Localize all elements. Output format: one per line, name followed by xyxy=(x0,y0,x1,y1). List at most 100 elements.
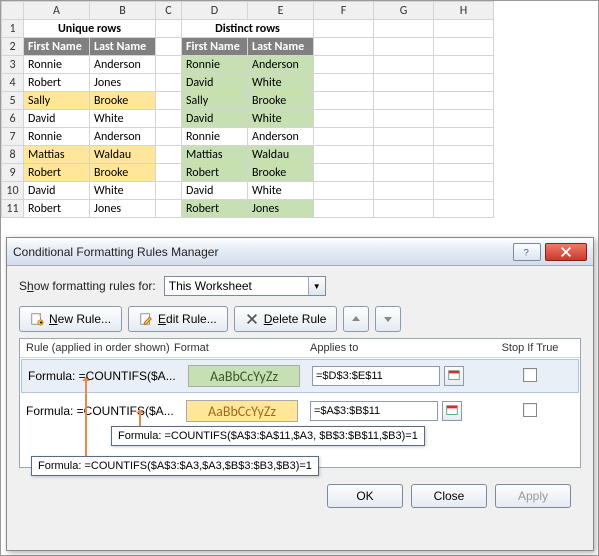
hdr-D2[interactable]: First Name xyxy=(182,38,248,56)
cell-A3[interactable]: Ronnie xyxy=(24,56,90,74)
cell-E6[interactable]: White xyxy=(248,110,314,128)
cell-E11[interactable]: Jones xyxy=(248,200,314,218)
cell-G9[interactable] xyxy=(374,164,434,182)
cell-F8[interactable] xyxy=(314,146,374,164)
col-header-B[interactable]: B xyxy=(90,2,156,20)
cell-G1[interactable] xyxy=(374,20,434,38)
window-close-button[interactable] xyxy=(545,243,587,261)
cell-E7[interactable]: Anderson xyxy=(248,128,314,146)
cell-E9[interactable]: Brooke xyxy=(248,164,314,182)
title-distinct[interactable]: Distinct rows xyxy=(182,20,314,38)
move-down-button[interactable] xyxy=(375,306,401,332)
new-rule-button[interactable]: ✦ New Rule... xyxy=(19,306,122,332)
cell-E10[interactable]: White xyxy=(248,182,314,200)
row-header-1[interactable]: 1 xyxy=(2,20,24,38)
cell-A11[interactable]: Robert xyxy=(24,200,90,218)
cell-B3[interactable]: Anderson xyxy=(90,56,156,74)
cell-H6[interactable] xyxy=(434,110,494,128)
col-header-F[interactable]: F xyxy=(314,2,374,20)
cell-D3[interactable]: Ronnie xyxy=(182,56,248,74)
cell-C1[interactable] xyxy=(156,20,182,38)
stop-if-true-checkbox[interactable] xyxy=(523,403,537,417)
cell-F11[interactable] xyxy=(314,200,374,218)
cell-A9[interactable]: Robert xyxy=(24,164,90,182)
cell-E5[interactable]: Brooke xyxy=(248,92,314,110)
title-unique[interactable]: Unique rows xyxy=(24,20,156,38)
stop-if-true-checkbox[interactable] xyxy=(523,368,537,382)
help-button[interactable]: ? xyxy=(513,243,541,261)
cell-G2[interactable] xyxy=(374,38,434,56)
cell-D7[interactable]: Ronnie xyxy=(182,128,248,146)
col-header-G[interactable]: G xyxy=(374,2,434,20)
cell-B11[interactable]: Jones xyxy=(90,200,156,218)
cell-F3[interactable] xyxy=(314,56,374,74)
rule-row-0[interactable]: Formula: =COUNTIFS($A...AaBbCcYyZz xyxy=(21,359,579,393)
cell-D5[interactable]: Sally xyxy=(182,92,248,110)
cell-B7[interactable]: Anderson xyxy=(90,128,156,146)
cell-G5[interactable] xyxy=(374,92,434,110)
cell-F5[interactable] xyxy=(314,92,374,110)
cell-B5[interactable]: Brooke xyxy=(90,92,156,110)
cell-G4[interactable] xyxy=(374,74,434,92)
cell-A8[interactable]: Mattias xyxy=(24,146,90,164)
cell-H8[interactable] xyxy=(434,146,494,164)
cell-B8[interactable]: Waldau xyxy=(90,146,156,164)
cell-A5[interactable]: Sally xyxy=(24,92,90,110)
cell-B4[interactable]: Jones xyxy=(90,74,156,92)
rule-row-1[interactable]: Formula: =COUNTIFS($A...AaBbCcYyZz xyxy=(20,394,580,428)
cell-D6[interactable]: David xyxy=(182,110,248,128)
hdr-A2[interactable]: First Name xyxy=(24,38,90,56)
cell-C3[interactable] xyxy=(156,56,182,74)
row-header-3[interactable]: 3 xyxy=(2,56,24,74)
cell-B6[interactable]: White xyxy=(90,110,156,128)
row-header-5[interactable]: 5 xyxy=(2,92,24,110)
cell-A6[interactable]: David xyxy=(24,110,90,128)
cell-E3[interactable]: Anderson xyxy=(248,56,314,74)
range-picker-button[interactable] xyxy=(442,401,462,421)
corner-cell[interactable] xyxy=(2,2,24,20)
cell-C5[interactable] xyxy=(156,92,182,110)
cell-F7[interactable] xyxy=(314,128,374,146)
col-header-A[interactable]: A xyxy=(24,2,90,20)
cell-C7[interactable] xyxy=(156,128,182,146)
cell-H7[interactable] xyxy=(434,128,494,146)
cell-D8[interactable]: Mattias xyxy=(182,146,248,164)
row-header-4[interactable]: 4 xyxy=(2,74,24,92)
cell-G6[interactable] xyxy=(374,110,434,128)
edit-rule-button[interactable]: Edit Rule... xyxy=(128,306,228,332)
cell-H5[interactable] xyxy=(434,92,494,110)
close-button[interactable]: Close xyxy=(411,484,487,508)
cell-C11[interactable] xyxy=(156,200,182,218)
delete-rule-button[interactable]: Delete Rule xyxy=(234,306,338,332)
cell-H3[interactable] xyxy=(434,56,494,74)
cell-D9[interactable]: Robert xyxy=(182,164,248,182)
cell-C4[interactable] xyxy=(156,74,182,92)
cell-A4[interactable]: Robert xyxy=(24,74,90,92)
cell-C10[interactable] xyxy=(156,182,182,200)
hdr-E2[interactable]: Last Name xyxy=(248,38,314,56)
cell-F1[interactable] xyxy=(314,20,374,38)
cell-G3[interactable] xyxy=(374,56,434,74)
ok-button[interactable]: OK xyxy=(327,484,403,508)
row-header-7[interactable]: 7 xyxy=(2,128,24,146)
range-picker-button[interactable] xyxy=(444,366,464,386)
cell-G8[interactable] xyxy=(374,146,434,164)
cell-H9[interactable] xyxy=(434,164,494,182)
cell-E4[interactable]: White xyxy=(248,74,314,92)
row-header-6[interactable]: 6 xyxy=(2,110,24,128)
cell-H4[interactable] xyxy=(434,74,494,92)
cell-C9[interactable] xyxy=(156,164,182,182)
cell-C8[interactable] xyxy=(156,146,182,164)
cell-B10[interactable]: White xyxy=(90,182,156,200)
cell-C6[interactable] xyxy=(156,110,182,128)
cell-H11[interactable] xyxy=(434,200,494,218)
cell-H1[interactable] xyxy=(434,20,494,38)
scope-dropdown[interactable]: This Worksheet ▼ xyxy=(164,276,326,296)
cell-C2[interactable] xyxy=(156,38,182,56)
row-header-8[interactable]: 8 xyxy=(2,146,24,164)
cell-E8[interactable]: Waldau xyxy=(248,146,314,164)
cell-A10[interactable]: David xyxy=(24,182,90,200)
cell-H10[interactable] xyxy=(434,182,494,200)
col-header-H[interactable]: H xyxy=(434,2,494,20)
cell-F10[interactable] xyxy=(314,182,374,200)
